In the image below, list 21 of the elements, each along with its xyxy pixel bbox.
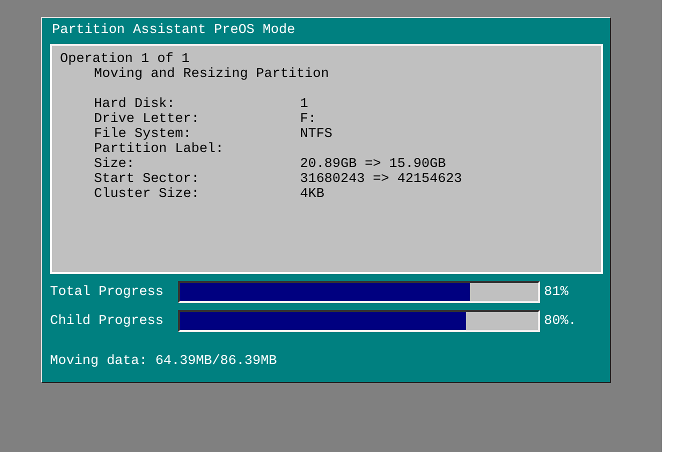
detail-value: 1 [300, 97, 310, 112]
detail-label: Drive Letter: [94, 112, 200, 127]
detail-label: Hard Disk: [94, 97, 176, 112]
progress-label: Total Progress [50, 284, 164, 300]
detail-label: File System: [94, 127, 192, 142]
progress-percent: 81% [544, 284, 568, 300]
status-text: Moving data: 64.39MB/86.39MB [50, 354, 278, 369]
detail-value: 4KB [300, 187, 326, 202]
detail-label: Start Sector: [94, 172, 200, 187]
progress-percent: 80%. [544, 314, 576, 328]
detail-value: F: [300, 112, 318, 127]
detail-label: Partition Label: [94, 142, 225, 157]
detail-value: NTFS [300, 127, 334, 142]
detail-value: 20.89GB => 15.90GB [300, 157, 447, 172]
detail-label: Size: [94, 157, 136, 172]
detail-value: 31680243 => 42154623 [300, 172, 464, 187]
progress-label: Child Progress [50, 314, 164, 328]
detail-label: Cluster Size: [94, 187, 200, 202]
operation-heading: Operation 1 of 1 [60, 52, 191, 67]
operation-name: Moving and Resizing Partition [93, 67, 330, 82]
window-title: Partition Assistant PreOS Mode [51, 22, 296, 40]
